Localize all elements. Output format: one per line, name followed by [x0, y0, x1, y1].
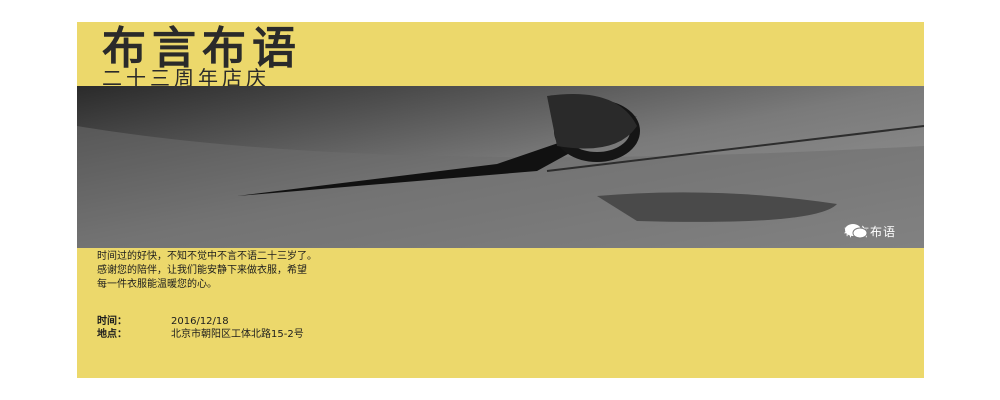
- time-label: 时间：: [97, 316, 127, 327]
- time-value: 2016/12/18: [171, 316, 229, 327]
- place-value: 北京市朝阳区工体北路15-2号: [171, 329, 304, 340]
- time-row: 时间： 2016/12/18: [97, 315, 304, 328]
- event-info: 时间： 2016/12/18 地点： 北京市朝阳区工体北路15-2号: [97, 315, 304, 341]
- wechat-icon: [844, 224, 868, 239]
- intro-text: 时间过的好快，不知不觉中不言不语二十三岁了。 感谢您的陪伴，让我们能安静下来做衣…: [97, 250, 617, 292]
- watermark: 布言布语: [844, 223, 896, 240]
- intro-line-3: 每一件衣服能温暖您的心。: [97, 279, 217, 290]
- scissors-photo: 布言布语: [77, 86, 924, 248]
- intro-line-1: 时间过的好快，不知不觉中不言不语二十三岁了。: [97, 251, 317, 262]
- photo-scene: [77, 86, 924, 248]
- poster: 布言布语 二十三周年店庆 布言布语 时间过的好快，不知不觉中不言不语二十三岁了。…: [77, 22, 924, 378]
- place-label: 地点：: [97, 329, 127, 340]
- intro-line-2: 感谢您的陪伴，让我们能安静下来做衣服，希望: [97, 265, 307, 276]
- place-row: 地点： 北京市朝阳区工体北路15-2号: [97, 328, 304, 341]
